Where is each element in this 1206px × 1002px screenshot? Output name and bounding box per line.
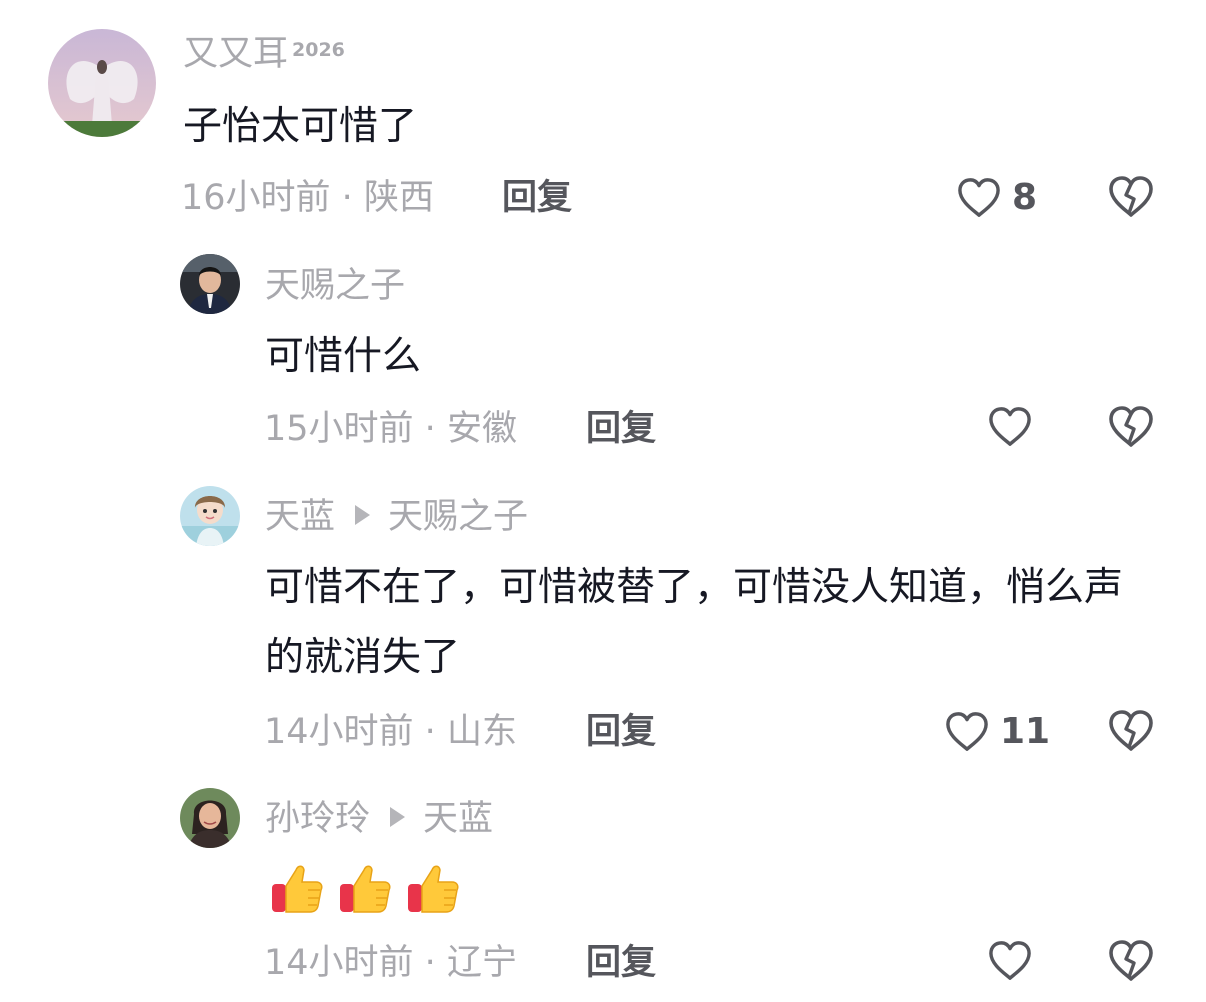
avatar[interactable] [180,254,240,314]
emoji-row [270,860,460,916]
reply-to-user[interactable]: 天蓝 [423,799,493,839]
dislike-button[interactable] [1107,175,1155,223]
thumbs-up-icon [406,860,460,916]
comment-meta: 14小时前 · 辽宁 [264,941,517,985]
like-button[interactable] [987,940,1033,982]
like-button[interactable]: 11 [944,710,1050,754]
avatar[interactable] [48,29,156,137]
like-button[interactable] [987,406,1033,448]
username-text: 又又耳 [183,34,289,74]
avatar-image-icon [180,254,240,314]
username-text: 天赐之子 [265,266,406,306]
reply-button[interactable]: 回复 [586,941,656,985]
comment-meta: 16小时前 · 陕西 [181,176,434,220]
heart-outline-icon [956,177,1002,219]
broken-heart-icon [1107,939,1155,983]
comment-location: 陕西 [363,178,434,218]
reply-button[interactable]: 回复 [502,176,572,220]
comment-time: 15小时前 [264,409,414,449]
username[interactable]: 天赐之子 [265,264,405,308]
comment-location: 辽宁 [446,943,517,983]
comment-meta: 14小时前 · 山东 [264,710,517,754]
avatar-image-icon [180,788,240,848]
reply-button[interactable]: 回复 [586,407,656,451]
thumbs-up-icon [338,860,392,916]
like-count: 11 [1000,711,1051,752]
heart-outline-icon [944,711,990,753]
separator: · [413,712,447,752]
reply-button[interactable]: 回复 [586,710,656,754]
comment-time: 14小时前 [264,943,414,983]
broken-heart-icon [1107,709,1155,753]
comment-location: 安徽 [446,409,517,449]
avatar-image-icon [180,486,240,546]
thumbs-up-icon [270,860,324,916]
avatar-image-icon [48,29,156,137]
broken-heart-icon [1107,405,1155,449]
comment-text: 可惜不在了，可惜被替了，可惜没人知道，悄么声的就消失了 [265,565,1124,680]
heart-outline-icon [987,406,1033,448]
separator: · [413,409,447,449]
avatar[interactable] [180,486,240,546]
username-text: 孙玲玲 [265,799,371,839]
username-text: 天蓝 [265,497,336,537]
comment-text: 子怡太可惜了 [183,104,418,149]
comment-time: 14小时前 [264,712,414,752]
user-badge: 2026 [292,39,345,61]
username[interactable]: 天蓝 天赐之子 [265,495,528,539]
dislike-button[interactable] [1107,709,1155,757]
comment-time: 16小时前 [181,178,331,218]
broken-heart-icon [1107,175,1155,219]
username[interactable]: 孙玲玲 天蓝 [265,797,493,841]
avatar[interactable] [180,788,240,848]
dislike-button[interactable] [1107,405,1155,453]
like-button[interactable]: 8 [956,176,1037,220]
comment-text: 可惜什么 [265,334,422,379]
reply-to-user[interactable]: 天赐之子 [388,497,528,537]
dislike-button[interactable] [1107,939,1155,987]
username[interactable]: 又又耳 2026 [183,32,345,76]
heart-outline-icon [987,940,1033,982]
separator: · [330,178,364,218]
comment-location: 山东 [446,712,517,752]
triangle-right-icon [355,505,371,525]
separator: · [413,943,447,983]
comment-meta: 15小时前 · 安徽 [264,407,517,451]
like-count: 8 [1012,177,1038,218]
triangle-right-icon [390,807,406,827]
